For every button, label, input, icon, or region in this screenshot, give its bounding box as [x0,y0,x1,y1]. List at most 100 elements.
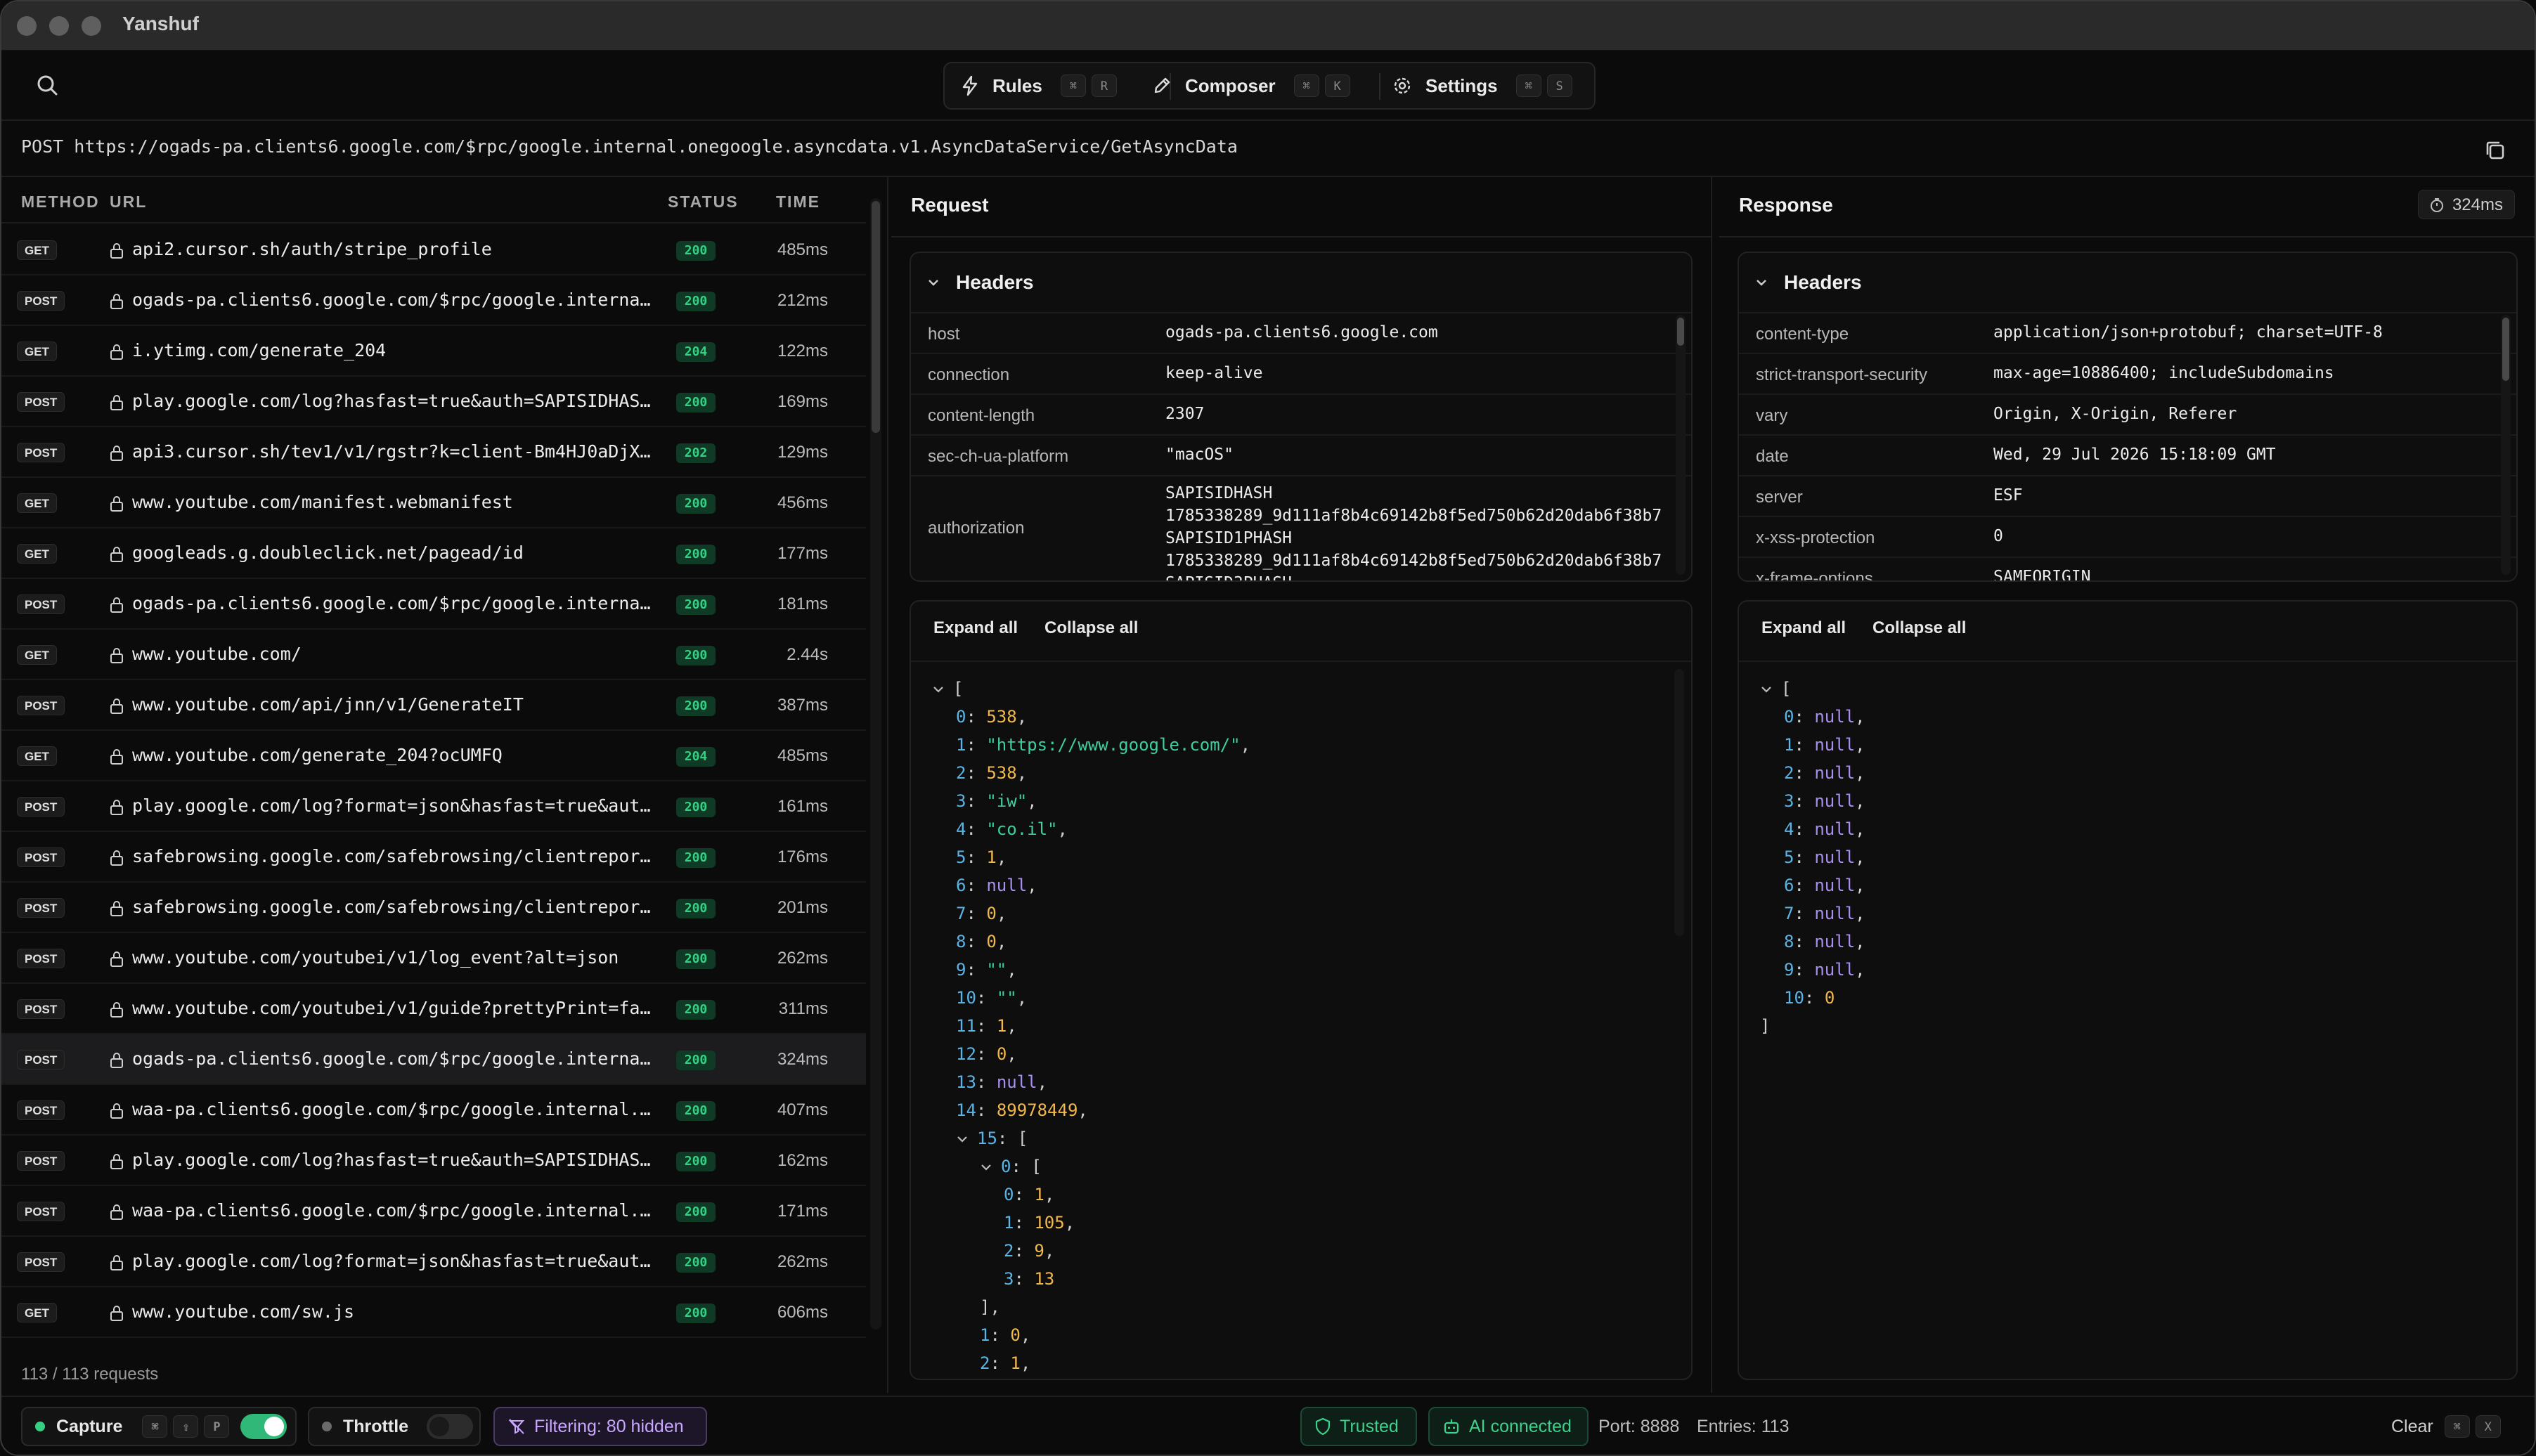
request-row[interactable]: POST safebrowsing.google.com/safebrowsing… [1,883,866,933]
json-key: 1 [956,735,966,755]
json-key: 3 [1784,791,1794,811]
column-method[interactable]: METHOD [21,193,100,212]
header-key: server [1756,488,1803,507]
headers-scrollbar[interactable] [1676,315,1686,575]
minimize-window-button[interactable] [49,16,69,36]
request-url: www.youtube.com/ [132,644,302,664]
json-value: 1 [1010,1353,1021,1373]
ai-status-label: AI connected [1469,1416,1572,1436]
request-row[interactable]: POST play.google.com/log?hasfast=true&aut… [1,377,866,427]
zoom-window-button[interactable] [82,16,101,36]
window-title: Yanshuf [122,13,199,34]
request-body-section: Expand all Collapse all [0: 538, 1: "http… [910,600,1693,1380]
column-time[interactable]: TIME [776,193,820,212]
json-line[interactable]: 0: [ [932,1152,1250,1181]
expand-all-button[interactable]: Expand all [1761,618,1846,638]
throttle-toggle[interactable] [427,1414,474,1439]
ai-status-badge[interactable]: AI connected [1428,1407,1589,1446]
request-row[interactable]: POST www.youtube.com/youtubei/v1/guide?pr… [1,984,866,1034]
composer-button[interactable]: Composer ⌘ K [1151,63,1356,108]
capture-control[interactable]: Capture ⌘ ⇧ P [21,1407,297,1446]
chevron-down-icon[interactable] [1754,275,1768,290]
request-row[interactable]: POST api3.cursor.sh/tev1/v1/rgstr?k=clien… [1,427,866,478]
close-window-button[interactable] [17,16,37,36]
expand-all-button[interactable]: Expand all [933,618,1018,638]
request-row[interactable]: POST waa-pa.clients6.google.com/$rpc/goog… [1,1085,866,1136]
chevron-down-icon[interactable] [926,275,940,290]
chevron-down-icon[interactable] [980,1161,992,1174]
request-headers-title[interactable]: Headers [956,271,1034,294]
json-line: 7: 0, [956,904,1007,923]
chevron-down-icon[interactable] [1760,683,1773,696]
lock-icon [110,901,123,916]
json-value: 89978449 [996,1100,1078,1120]
request-url: https://ogads-pa.clients6.google.com/$rp… [74,136,1238,157]
clear-button[interactable]: Clear ⌘ X [2391,1415,2506,1438]
header-row: vary Origin, X-Origin, Referer [1739,394,2516,434]
status-badge: 200 [676,292,716,311]
request-row[interactable]: GET i.ytimg.com/generate_204 204 122ms [1,326,866,377]
json-line: 10: 0 [1784,988,1835,1008]
request-row[interactable]: POST ogads-pa.clients6.google.com/$rpc/go… [1,579,866,630]
column-url[interactable]: URL [110,193,147,212]
json-value: null [1814,932,1856,951]
request-row[interactable]: POST play.google.com/log?format=json&hasf… [1,1237,866,1287]
header-value: max-age=10886400; includeSubdomains [1993,364,2334,382]
json-key: 13 [956,1072,976,1092]
request-row[interactable]: POST www.youtube.com/youtubei/v1/log_even… [1,933,866,984]
request-row[interactable]: POST play.google.com/log?format=json&hasf… [1,781,866,832]
collapse-all-button[interactable]: Collapse all [1044,618,1138,638]
copy-icon[interactable] [2483,138,2508,163]
rules-button[interactable]: Rules ⌘ R [960,63,1123,108]
list-scrollbar-thumb[interactable] [872,201,880,433]
json-line[interactable]: [ [932,675,1250,703]
method-badge: GET [17,645,57,665]
request-row[interactable]: POST play.google.com/log?hasfast=true&aut… [1,1136,866,1186]
lock-icon [110,446,123,461]
json-line: ], [980,1297,1000,1317]
filter-indicator[interactable]: Filtering: 80 hidden [493,1407,707,1446]
json-line[interactable]: 15: [ [932,1124,1250,1152]
capture-toggle[interactable] [240,1414,287,1439]
request-row[interactable]: GET googleads.g.doubleclick.net/pagead/id… [1,528,866,579]
chevron-down-icon[interactable] [932,683,945,696]
request-time: 407ms [777,1100,828,1119]
request-row[interactable]: POST ogads-pa.clients6.google.com/$rpc/go… [1,275,866,326]
json-line[interactable]: [ [1760,675,1865,703]
collapse-all-button[interactable]: Collapse all [1872,618,1966,638]
request-row[interactable]: POST ogads-pa.clients6.google.com/$rpc/go… [1,1034,866,1085]
request-url: api3.cursor.sh/tev1/v1/rgstr?k=client-Bm… [132,441,652,462]
request-row[interactable]: GET www.youtube.com/sw.js 200 606ms [1,1287,866,1338]
json-line: 4: null, [1784,819,1865,839]
json-value: null [1814,763,1856,783]
json-line: 6: null, [956,876,1037,895]
request-row[interactable]: GET api2.cursor.sh/auth/stripe_profile 200… [1,225,866,275]
search-icon[interactable] [34,72,62,100]
json-key: 10 [956,988,976,1008]
request-row[interactable]: GET www.youtube.com/manifest.webmanifest 2… [1,478,866,528]
request-time: 161ms [777,797,828,816]
request-row[interactable]: POST waa-pa.clients6.google.com/$rpc/goog… [1,1186,866,1237]
request-headers-table: host ogads-pa.clients6.google.com connect… [911,312,1691,580]
throttle-control[interactable]: Throttle [308,1407,481,1446]
request-title: Request [911,194,989,216]
headers-scrollbar-thumb[interactable] [1677,318,1684,346]
request-url-line[interactable]: POST https://ogads-pa.clients6.google.co… [21,136,1238,157]
trusted-label: Trusted [1340,1416,1399,1436]
request-row[interactable]: GET www.youtube.com/200 2.44s [1,630,866,680]
body-scrollbar[interactable] [1674,669,1684,936]
request-row[interactable]: POST safebrowsing.google.com/safebrowsing… [1,832,866,883]
request-time: 171ms [777,1202,828,1221]
json-key: 0 [1784,707,1794,727]
stopwatch-icon [2430,198,2443,212]
request-row[interactable]: GET www.youtube.com/generate_204?ocUMFQ 20… [1,731,866,781]
response-headers-title[interactable]: Headers [1784,271,1862,294]
trusted-badge[interactable]: Trusted [1300,1407,1417,1446]
filter-off-icon [508,1419,525,1434]
column-status[interactable]: STATUS [668,193,739,212]
headers-scrollbar-thumb[interactable] [2502,318,2509,381]
settings-button[interactable]: Settings ⌘ S [1392,63,1578,108]
request-row[interactable]: POST www.youtube.com/api/jnn/v1/GenerateI… [1,680,866,731]
status-badge: 200 [676,1152,716,1171]
chevron-down-icon[interactable] [956,1133,969,1145]
